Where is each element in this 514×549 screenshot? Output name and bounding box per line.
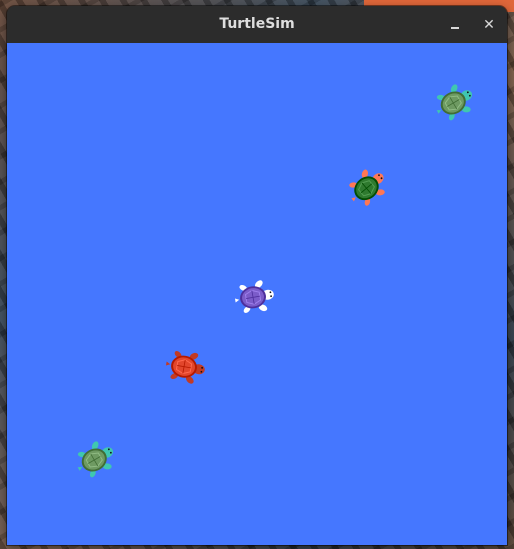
turtle-sprite (231, 273, 279, 321)
window-title: TurtleSim (219, 16, 295, 32)
turtle-icon (234, 280, 274, 313)
minimize-button[interactable] (444, 14, 466, 36)
turtle-icon (436, 84, 473, 121)
turtle-sprite (344, 163, 392, 211)
turtle-icon (349, 169, 385, 206)
turtle-sprite (72, 435, 120, 483)
close-icon: ✕ (483, 17, 495, 33)
turtle-canvas[interactable] (7, 43, 507, 545)
close-button[interactable]: ✕ (478, 14, 500, 36)
turtle-icon (77, 441, 114, 478)
turtle-icon (165, 351, 205, 384)
turtlesim-window[interactable]: TurtleSim ✕ (7, 6, 507, 545)
window-titlebar[interactable]: TurtleSim ✕ (7, 6, 507, 43)
turtle-sprite (162, 343, 210, 391)
turtle-sprite (431, 78, 479, 126)
minimize-icon (451, 27, 459, 29)
